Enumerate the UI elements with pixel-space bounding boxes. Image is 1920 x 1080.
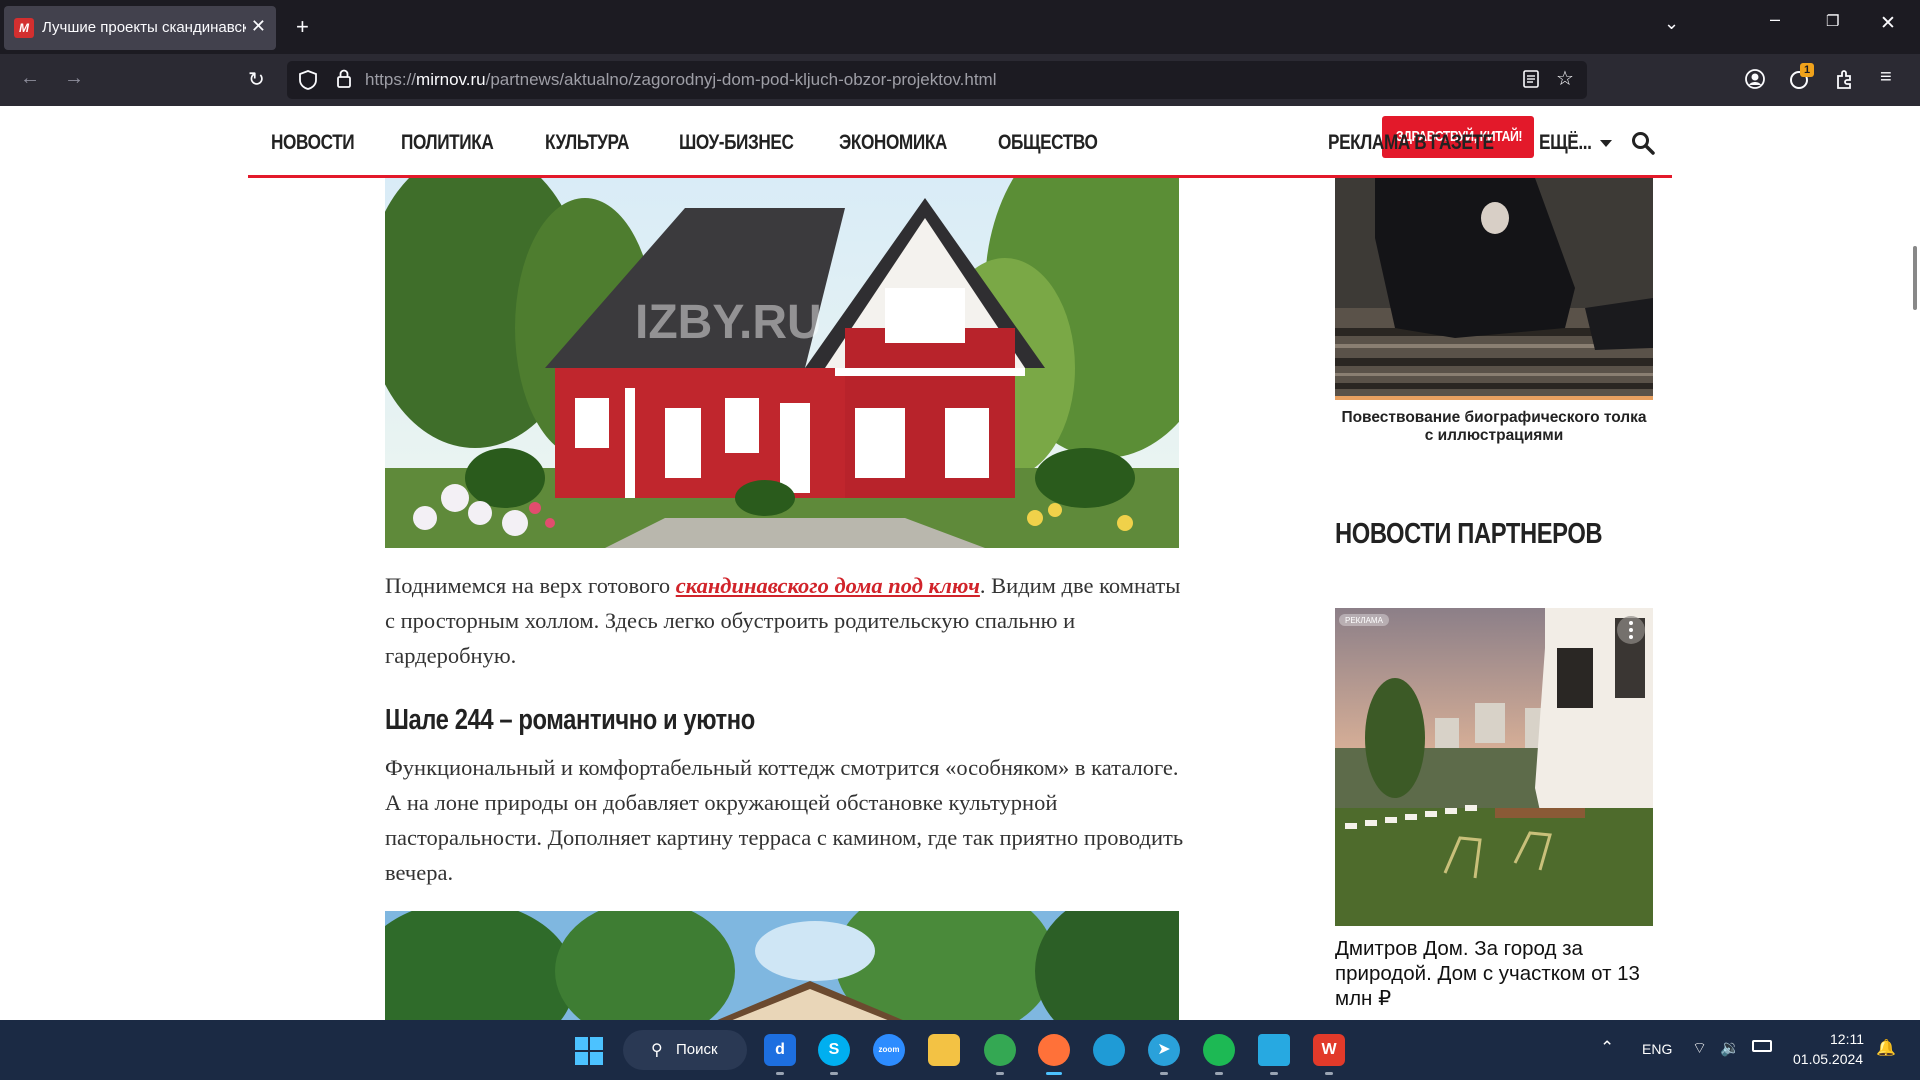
taskbar-wps-office-icon[interactable]: W bbox=[1313, 1034, 1345, 1066]
back-arrow-icon[interactable]: ← bbox=[20, 67, 40, 90]
tab-close-icon[interactable]: ✕ bbox=[251, 16, 266, 37]
article-photo-chalet bbox=[385, 911, 1179, 1020]
nav-item-economy[interactable]: ЭКОНОМИКА bbox=[839, 131, 947, 155]
bookmark-star-icon[interactable]: ☆ bbox=[1556, 66, 1574, 91]
taskbar-running-indicator bbox=[1215, 1072, 1223, 1075]
site-navigation: НОВОСТИ ПОЛИТИКА КУЛЬТУРА ШОУ-БИЗНЕС ЭКО… bbox=[248, 106, 1672, 178]
taskbar-app-d-icon[interactable]: d bbox=[764, 1034, 796, 1066]
web-page: IZBY.RU Поднимемся на верх готового скан… bbox=[0, 106, 1920, 1020]
article-link-scandinavian-house[interactable]: скандинавского дома под ключ bbox=[676, 573, 980, 598]
taskbar-active-indicator bbox=[1046, 1072, 1062, 1075]
windows-taskbar bbox=[0, 1020, 1920, 1080]
taskbar-edge-icon[interactable] bbox=[1093, 1034, 1125, 1066]
taskbar-search-label: Поиск bbox=[676, 1041, 718, 1058]
nav-item-showbiz[interactable]: ШОУ-БИЗНЕС bbox=[679, 131, 794, 155]
partner-promo-title-link[interactable]: Дмитров Дом. За город за природой. Дом с… bbox=[1335, 936, 1665, 1011]
restore-window-icon[interactable]: ❐ bbox=[1826, 14, 1839, 29]
partners-news-title: НОВОСТИ ПАРТНЕРОВ bbox=[1335, 518, 1603, 550]
taskbar-app-green-icon[interactable] bbox=[1203, 1034, 1235, 1066]
nav-item-politics[interactable]: ПОЛИТИКА bbox=[401, 131, 494, 155]
taskbar-chrome-icon[interactable] bbox=[984, 1034, 1016, 1066]
account-icon[interactable] bbox=[1744, 68, 1766, 90]
sidebar-book-caption[interactable]: Повествование биографического толка с ил… bbox=[1335, 409, 1653, 445]
site-favicon-icon: М bbox=[14, 18, 34, 38]
nav-item-society[interactable]: ОБЩЕСТВО bbox=[998, 131, 1098, 155]
partner-promo-image[interactable]: РЕКЛАМА bbox=[1335, 608, 1653, 926]
site-search-icon[interactable] bbox=[1631, 131, 1655, 155]
taskbar-running-indicator bbox=[776, 1072, 784, 1075]
new-tab-icon[interactable]: + bbox=[296, 16, 309, 38]
close-window-icon[interactable]: ✕ bbox=[1880, 14, 1896, 33]
tray-clock-date[interactable]: 01.05.2024 bbox=[1793, 1051, 1863, 1067]
tray-volume-icon[interactable]: 🔉 bbox=[1720, 1038, 1740, 1058]
article-paragraph-1: Поднимемся на верх готового скандинавско… bbox=[385, 573, 1181, 668]
tray-language-indicator[interactable]: ENG bbox=[1642, 1041, 1672, 1057]
taskbar-firefox-icon[interactable] bbox=[1038, 1034, 1070, 1066]
url-text[interactable]: https://mirnov.ru/partnews/aktualno/zago… bbox=[365, 70, 997, 90]
tab-title: Лучшие проекты скандинавских bbox=[42, 19, 246, 36]
tray-wifi-icon[interactable]: ⌔ bbox=[1692, 1038, 1707, 1058]
nav-item-culture[interactable]: КУЛЬТУРА bbox=[545, 131, 629, 155]
taskbar-search-icon: ⚲ bbox=[651, 1042, 663, 1059]
taskbar-notepad-icon[interactable] bbox=[1258, 1034, 1290, 1066]
more-dropdown-caret-icon[interactable] bbox=[1600, 140, 1612, 147]
reader-view-icon[interactable] bbox=[1522, 69, 1540, 89]
sidebar-book-image[interactable] bbox=[1335, 178, 1653, 400]
nav-item-more[interactable]: ЕЩЁ... bbox=[1539, 131, 1592, 155]
reload-icon[interactable]: ↻ bbox=[248, 67, 265, 92]
taskbar-zoom-icon[interactable]: zoom bbox=[873, 1034, 905, 1066]
list-tabs-chevron-icon[interactable]: ⌄ bbox=[1664, 14, 1679, 32]
article-photo-red-house: IZBY.RU bbox=[385, 178, 1179, 548]
minimize-window-icon[interactable]: – bbox=[1770, 10, 1780, 28]
taskbar-file-explorer-icon[interactable] bbox=[928, 1034, 960, 1066]
taskbar-running-indicator bbox=[830, 1072, 838, 1075]
photo-watermark: IZBY.RU bbox=[635, 296, 822, 349]
lock-icon[interactable] bbox=[336, 69, 352, 89]
tracking-shield-icon[interactable] bbox=[299, 70, 317, 90]
tray-notifications-bell-icon[interactable]: 🔔 bbox=[1876, 1038, 1896, 1058]
extensions-puzzle-icon[interactable] bbox=[1834, 68, 1856, 90]
app-menu-hamburger-icon[interactable]: ≡ bbox=[1880, 66, 1892, 89]
page-scrollbar-thumb[interactable] bbox=[1913, 246, 1917, 310]
taskbar-running-indicator bbox=[996, 1072, 1004, 1075]
windows-start-icon[interactable] bbox=[574, 1036, 604, 1066]
extension-badge: 1 bbox=[1800, 63, 1814, 77]
nav-item-news[interactable]: НОВОСТИ bbox=[271, 131, 355, 155]
browser-tab-bar bbox=[0, 0, 1920, 54]
article-section-heading: Шале 244 – романтично и уютно bbox=[385, 704, 755, 736]
taskbar-telegram-icon[interactable]: ➤ bbox=[1148, 1034, 1180, 1066]
taskbar-running-indicator bbox=[1270, 1072, 1278, 1075]
tray-clock-time[interactable]: 12:11 bbox=[1830, 1031, 1864, 1047]
forward-arrow-icon[interactable]: → bbox=[64, 67, 84, 90]
article-paragraph-2: Функциональный и комфортабельный коттедж… bbox=[385, 755, 1184, 885]
promo-ad-label: РЕКЛАМА bbox=[1345, 616, 1384, 625]
tray-show-hidden-chevron-icon[interactable]: ⌃ bbox=[1600, 1038, 1614, 1058]
tray-battery-icon[interactable] bbox=[1752, 1040, 1772, 1052]
browser-tab-active[interactable]: М Лучшие проекты скандинавских ✕ bbox=[4, 6, 276, 50]
taskbar-running-indicator bbox=[1325, 1072, 1333, 1075]
taskbar-skype-icon[interactable]: S bbox=[818, 1034, 850, 1066]
taskbar-running-indicator bbox=[1160, 1072, 1168, 1075]
nav-item-newspaper-ads[interactable]: РЕКЛАМА В ГАЗЕТЕ bbox=[1328, 131, 1494, 155]
